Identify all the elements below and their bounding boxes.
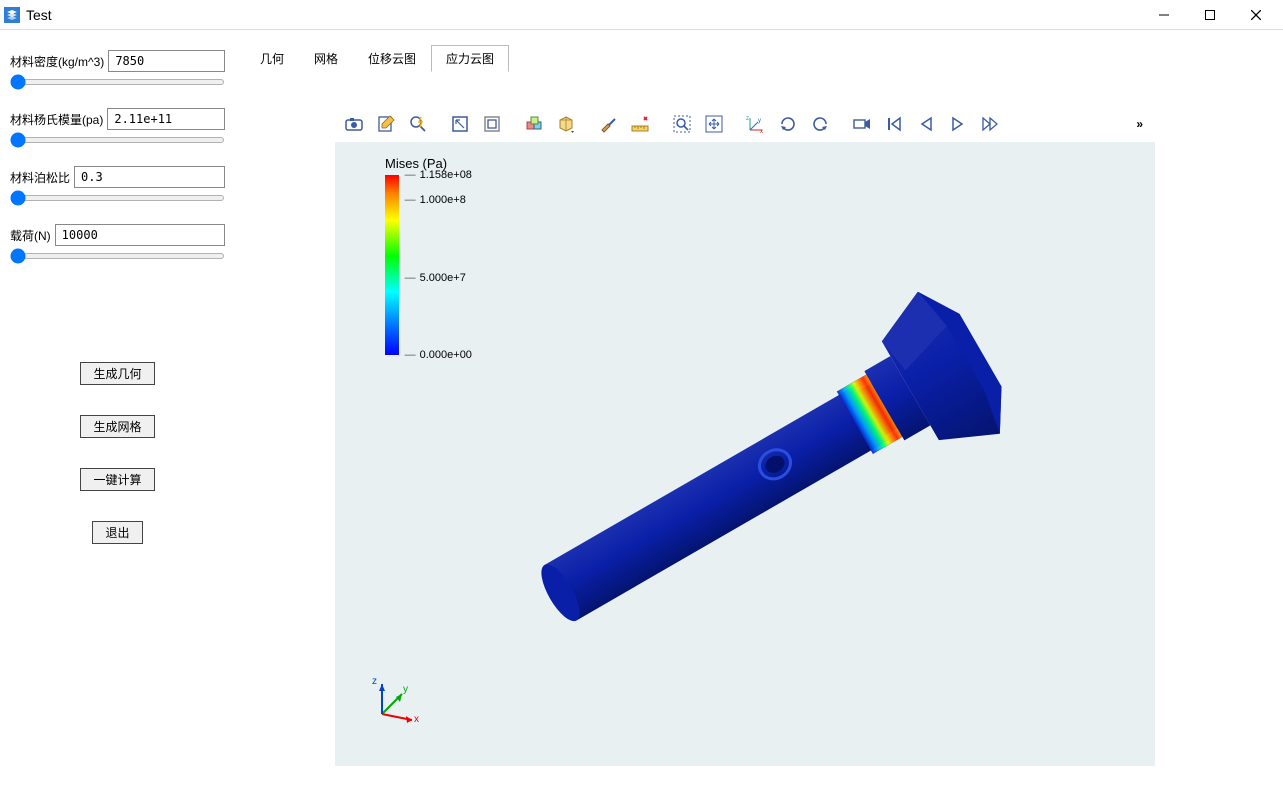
param-label: 载荷(N) [10, 227, 51, 244]
svg-text:z: z [746, 116, 749, 122]
axis-z-label: z [372, 676, 377, 687]
param-label: 材料杨氏模量(pa) [10, 111, 103, 128]
window-close-button[interactable] [1233, 0, 1279, 30]
play-icon[interactable] [943, 109, 973, 139]
param-slider[interactable] [10, 253, 225, 259]
app-icon [4, 7, 20, 23]
param-input[interactable] [55, 224, 225, 246]
brush-icon[interactable] [593, 109, 623, 139]
viewer[interactable]: zxy» Mises (Pa) 1.158e+081.000e+85.000e+… [335, 106, 1155, 766]
pan-icon[interactable] [699, 109, 729, 139]
camera-icon[interactable] [339, 109, 369, 139]
axis-y-label: y [403, 684, 408, 695]
rotate-ccw-icon[interactable] [805, 109, 835, 139]
first-frame-icon[interactable] [879, 109, 909, 139]
generate-geometry-button[interactable]: 生成几何 [80, 362, 154, 385]
param-label: 材料密度(kg/m^3) [10, 53, 104, 70]
param-input[interactable] [74, 166, 225, 188]
param-slider[interactable] [10, 79, 225, 85]
toolbar-more-icon[interactable]: » [1128, 117, 1151, 131]
param-slider[interactable] [10, 195, 225, 201]
svg-text:x: x [760, 129, 763, 134]
fast-forward-icon[interactable] [975, 109, 1005, 139]
one-click-calc-button[interactable]: 一键计算 [80, 468, 154, 491]
legend-colorbar [385, 175, 399, 355]
legend-tick: 5.000e+7 [405, 272, 466, 284]
select-box-icon[interactable] [445, 109, 475, 139]
exit-button[interactable]: 退出 [92, 521, 142, 544]
fea-model [470, 241, 1030, 721]
video-icon[interactable] [847, 109, 877, 139]
ruler-cross-icon[interactable] [625, 109, 655, 139]
svg-text:y: y [758, 118, 761, 124]
write-icon[interactable] [371, 109, 401, 139]
color-legend: Mises (Pa) 1.158e+081.000e+85.000e+70.00… [385, 156, 447, 355]
viewer-toolbar: z xy » [335, 106, 1155, 142]
tab-应力云图[interactable]: 应力云图 [431, 45, 509, 72]
legend-tick: 1.000e+8 [405, 194, 466, 206]
tab-位移云图[interactable]: 位移云图 [353, 45, 431, 72]
param-input[interactable] [108, 50, 225, 72]
window-title: Test [26, 7, 52, 23]
window-minimize-button[interactable] [1141, 0, 1187, 30]
legend-tick: 1.158e+08 [405, 169, 472, 181]
tab-网格[interactable]: 网格 [299, 45, 353, 72]
rotate-cw-icon[interactable] [773, 109, 803, 139]
axes-icon[interactable]: z xy [741, 109, 771, 139]
axis-triad: x y z [370, 672, 424, 726]
search-bolt-icon[interactable] [403, 109, 433, 139]
window-titlebar: Test [0, 0, 1283, 30]
play-back-icon[interactable] [911, 109, 941, 139]
box-outline-icon[interactable] [477, 109, 507, 139]
generate-mesh-button[interactable]: 生成网格 [80, 415, 154, 438]
axis-x-label: x [414, 714, 419, 725]
legend-tick: 0.000e+00 [405, 349, 472, 361]
param-input[interactable] [107, 108, 225, 130]
window-maximize-button[interactable] [1187, 0, 1233, 30]
tab-bar: 几何网格位移云图应力云图 [235, 45, 1283, 72]
param-label: 材料泊松比 [10, 169, 70, 186]
sidebar: 材料密度(kg/m^3) 材料杨氏模量(pa) 材料泊松比载荷(N) 生成几何 生成… [0, 30, 235, 811]
param-slider[interactable] [10, 137, 225, 143]
tab-几何[interactable]: 几何 [245, 45, 299, 72]
zoom-area-icon[interactable] [667, 109, 697, 139]
cubes-icon[interactable] [519, 109, 549, 139]
cube-dropdown-icon[interactable] [551, 109, 581, 139]
